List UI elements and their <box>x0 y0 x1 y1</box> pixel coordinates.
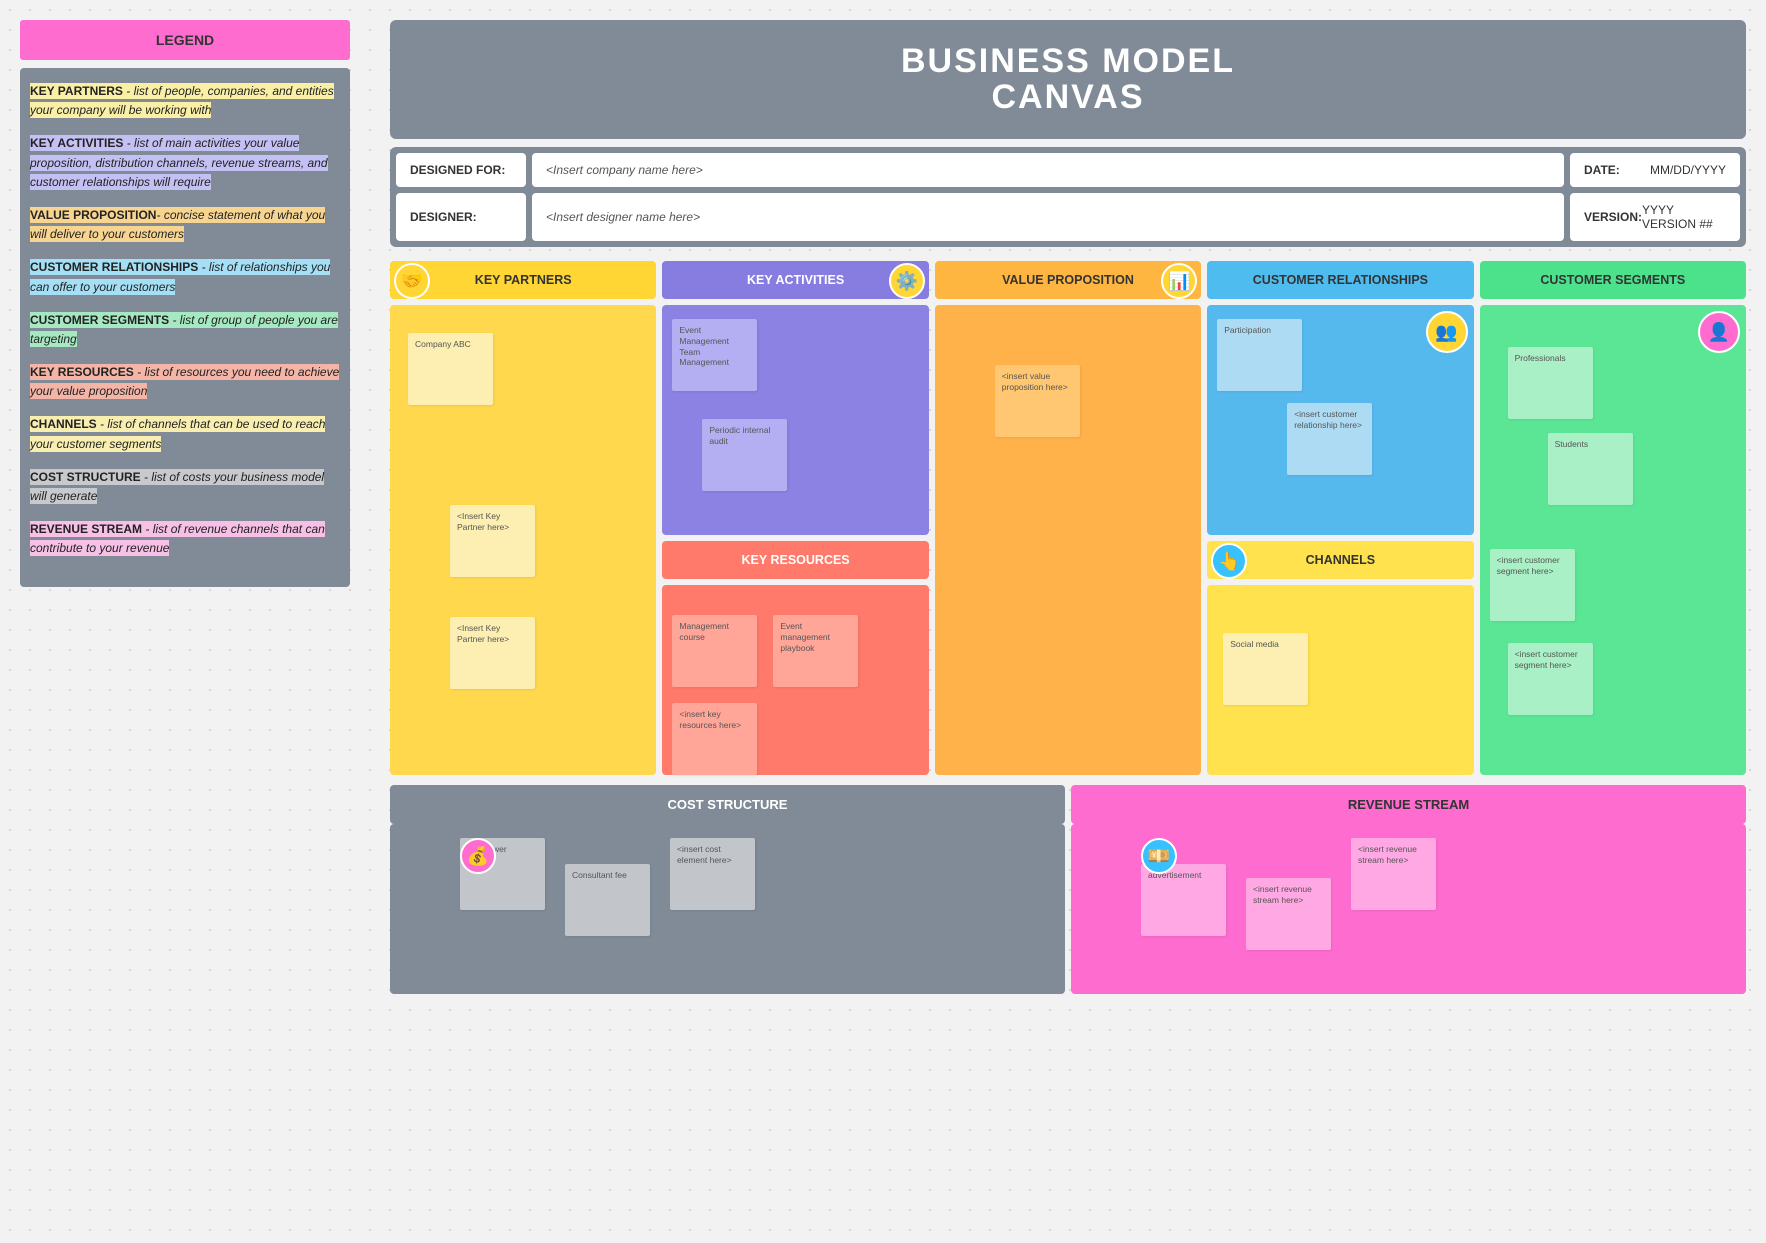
sticky-note[interactable]: Periodic internal audit <box>702 419 787 491</box>
legend-item-key-resources: KEY RESOURCES - list of resources you ne… <box>30 363 340 401</box>
sticky-note[interactable]: Professionals <box>1508 347 1593 419</box>
box-value-proposition[interactable]: <insert value proposition here> <box>935 305 1201 775</box>
legend-item-value-proposition: VALUE PROPOSITION- concise statement of … <box>30 206 340 244</box>
sticky-note[interactable]: <insert revenue stream here> <box>1246 878 1331 950</box>
version-label: VERSION: <box>1584 210 1642 224</box>
header-customer-segments: CUSTOMER SEGMENTS <box>1480 261 1746 299</box>
sticky-note[interactable]: <insert cost element here> <box>670 838 755 910</box>
version-cell[interactable]: VERSION: YYYY VERSION ## <box>1570 193 1740 241</box>
sticky-note[interactable]: Social media <box>1223 633 1308 705</box>
box-revenue-stream[interactable]: 💴 advertisement <insert revenue stream h… <box>1071 824 1746 994</box>
canvas-title: BUSINESS MODELCANVAS <box>390 20 1746 139</box>
bmc-grid: 🤝 KEY PARTNERS KEY ACTIVITIES ⚙️ VALUE P… <box>390 261 1746 775</box>
header-cost-structure: COST STRUCTURE <box>390 785 1065 824</box>
handshake-icon: 🤝 <box>394 263 430 299</box>
header-value-proposition: VALUE PROPOSITION 📊 <box>935 261 1201 299</box>
legend-item-customer-relationships: CUSTOMER RELATIONSHIPS - list of relatio… <box>30 258 340 296</box>
sticky-note[interactable]: <insert revenue stream here> <box>1351 838 1436 910</box>
designer-value[interactable]: <Insert designer name here> <box>532 193 1564 241</box>
legend-item-revenue-stream: REVENUE STREAM - list of revenue channel… <box>30 520 340 558</box>
people-icon: 👥 <box>1426 311 1468 353</box>
sticky-note[interactable]: <insert value proposition here> <box>995 365 1080 437</box>
sticky-note[interactable]: Students <box>1548 433 1633 505</box>
designed-for-value[interactable]: <Insert company name here> <box>532 153 1564 187</box>
sticky-note[interactable]: <insert customer segment here> <box>1508 643 1593 715</box>
header-key-partners: 🤝 KEY PARTNERS <box>390 261 656 299</box>
canvas: BUSINESS MODELCANVAS DESIGNED FOR: <Inse… <box>390 20 1746 994</box>
legend-item-channels: CHANNELS - list of channels that can be … <box>30 415 340 453</box>
legend-item-customer-segments: CUSTOMER SEGMENTS - list of group of peo… <box>30 311 340 349</box>
header-key-activities: KEY ACTIVITIES ⚙️ <box>662 261 928 299</box>
header-customer-relationships: CUSTOMER RELATIONSHIPS <box>1207 261 1473 299</box>
sticky-note[interactable]: <insert key resources here> <box>672 703 757 775</box>
sticky-note[interactable]: <Insert Key Partner here> <box>450 617 535 689</box>
box-customer-segments[interactable]: 👤 Professionals Students <insert custome… <box>1480 305 1746 775</box>
bottom-row: COST STRUCTURE 💰 Manpower Consultant fee… <box>390 785 1746 994</box>
sticky-note[interactable]: Participation <box>1217 319 1302 391</box>
date-cell[interactable]: DATE: MM/DD/YYYY <box>1570 153 1740 187</box>
header-channels: 👆 CHANNELS <box>1207 541 1473 579</box>
legend-item-key-activities: KEY ACTIVITIES - list of main activities… <box>30 134 340 192</box>
sticky-note[interactable]: <insert customer segment here> <box>1490 549 1575 621</box>
box-key-resources[interactable]: Management course Event management playb… <box>662 585 928 775</box>
designed-for-label: DESIGNED FOR: <box>396 153 526 187</box>
sticky-note[interactable]: Management course <box>672 615 757 687</box>
legend-header: LEGEND <box>20 20 350 60</box>
sticky-note[interactable]: <insert customer relationship here> <box>1287 403 1372 475</box>
sticky-note[interactable]: advertisement <box>1141 864 1226 936</box>
presentation-icon: 📊 <box>1161 263 1197 299</box>
meta-block: DESIGNED FOR: <Insert company name here>… <box>390 147 1746 247</box>
version-value: YYYY VERSION ## <box>1642 203 1726 231</box>
sticky-note[interactable]: Event Management Team Management <box>672 319 757 391</box>
header-key-resources: KEY RESOURCES <box>662 541 928 579</box>
sticky-note[interactable]: Event management playbook <box>773 615 858 687</box>
legend-item-key-partners: KEY PARTNERS - list of people, companies… <box>30 82 340 120</box>
sticky-note[interactable]: Consultant fee <box>565 864 650 936</box>
date-value: MM/DD/YYYY <box>1650 163 1726 177</box>
header-revenue-stream: REVENUE STREAM <box>1071 785 1746 824</box>
legend-item-cost-structure: COST STRUCTURE - list of costs your busi… <box>30 468 340 506</box>
box-key-partners[interactable]: Company ABC <Insert Key Partner here> <I… <box>390 305 656 775</box>
date-label: DATE: <box>1584 163 1620 177</box>
touch-icon: 👆 <box>1211 543 1247 579</box>
box-cost-structure[interactable]: 💰 Manpower Consultant fee <insert cost e… <box>390 824 1065 994</box>
legend-body: KEY PARTNERS - list of people, companies… <box>20 68 350 587</box>
sticky-note[interactable]: <Insert Key Partner here> <box>450 505 535 577</box>
designer-label: DESIGNER: <box>396 193 526 241</box>
sticky-note[interactable]: Company ABC <box>408 333 493 405</box>
box-key-activities[interactable]: Event Management Team Management Periodi… <box>662 305 928 535</box>
box-customer-relationships[interactable]: 👥 Participation <insert customer relatio… <box>1207 305 1473 535</box>
box-channels[interactable]: Social media <box>1207 585 1473 775</box>
legend-panel: LEGEND KEY PARTNERS - list of people, co… <box>20 20 350 587</box>
gear-icon: ⚙️ <box>889 263 925 299</box>
